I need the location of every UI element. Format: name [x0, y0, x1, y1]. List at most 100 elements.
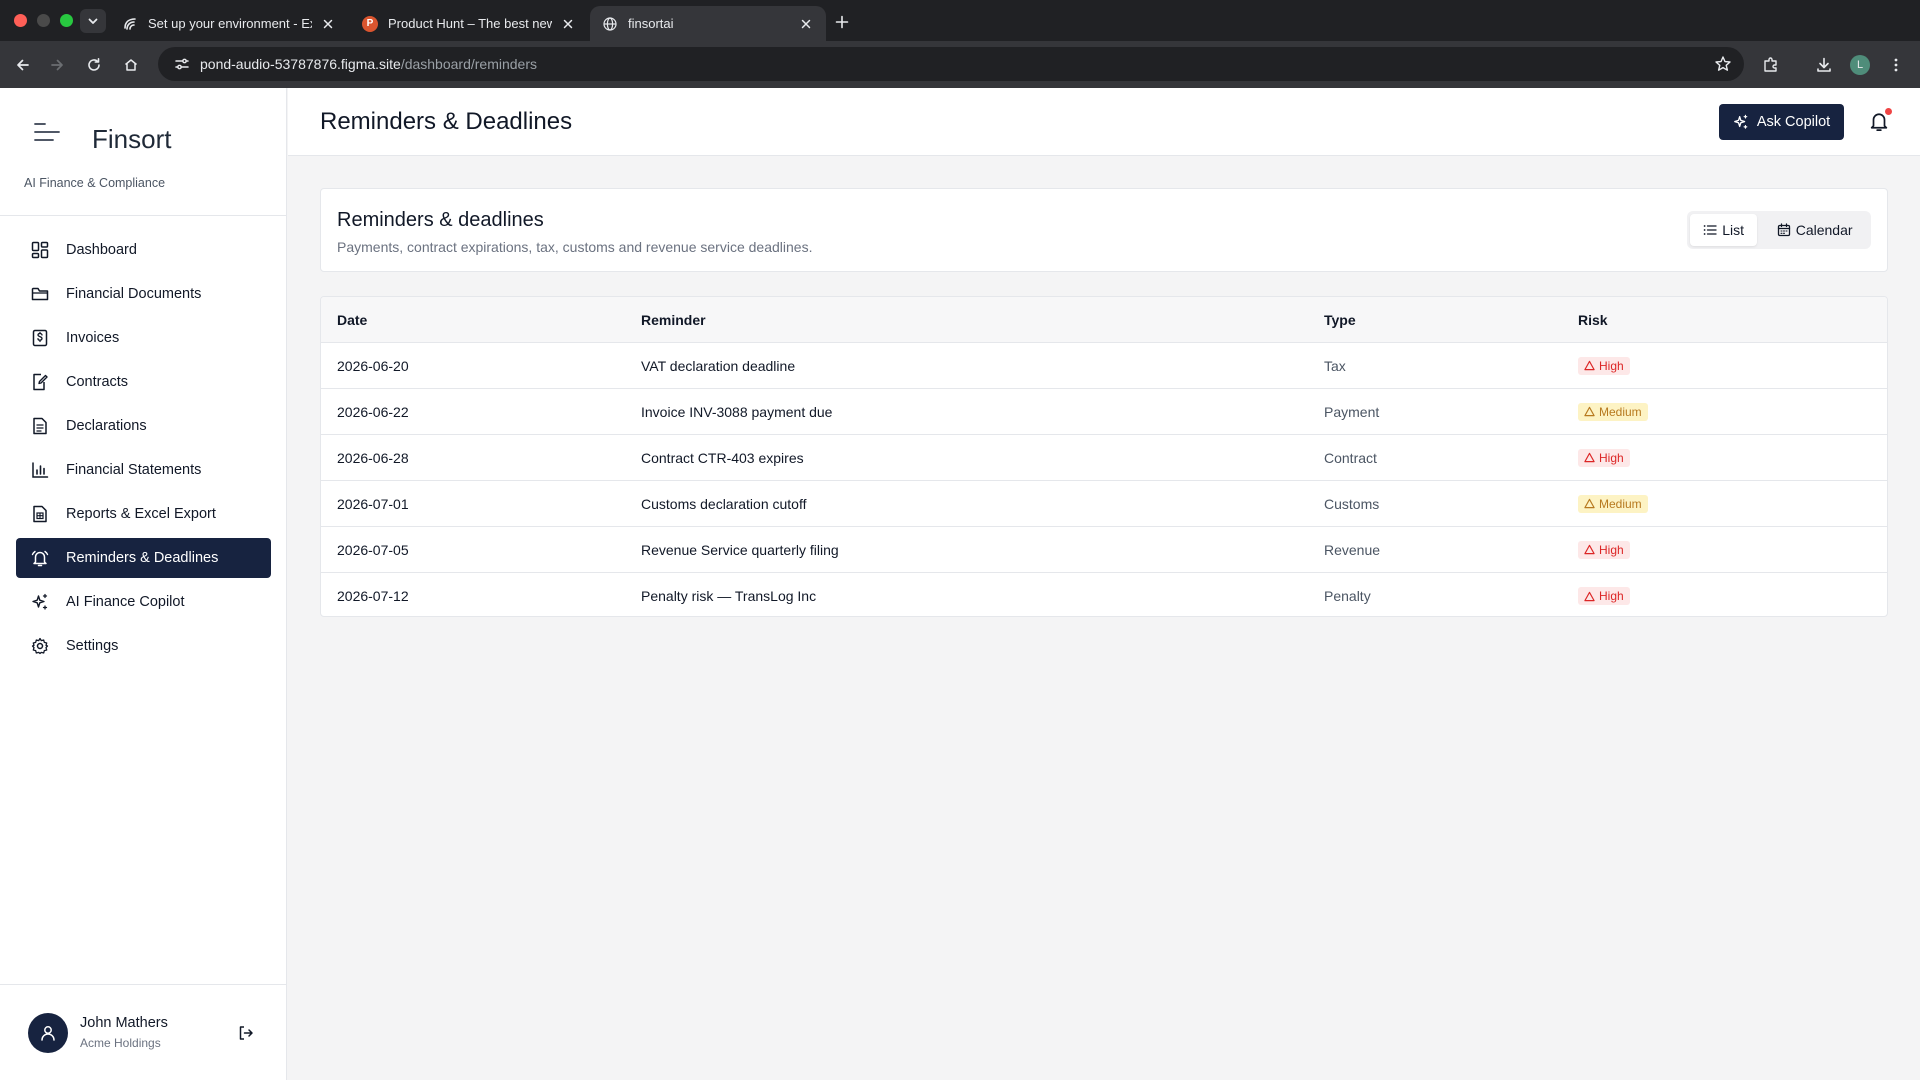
- home-button[interactable]: [117, 51, 145, 79]
- calendar-view-button[interactable]: Calendar: [1761, 214, 1868, 246]
- product-hunt-icon: P: [362, 15, 378, 32]
- reminders-table: Date Reminder Type Risk 2026-06-20 VAT d…: [320, 296, 1888, 617]
- sidebar-item-declarations[interactable]: Declarations: [16, 406, 271, 446]
- notifications-button[interactable]: [1868, 108, 1892, 134]
- chevron-down-icon: [88, 18, 98, 24]
- tab-title: finsortai: [628, 16, 674, 31]
- view-toggle: List Calendar: [1687, 211, 1871, 249]
- cell-reminder: Penalty risk — TransLog Inc: [641, 588, 817, 604]
- table-row[interactable]: 2026-06-22 Invoice INV-3088 payment due …: [321, 389, 1887, 435]
- gear-icon: [30, 636, 50, 656]
- browser-menu-button[interactable]: [1882, 51, 1910, 79]
- sidebar-item-ai-copilot[interactable]: AI Finance Copilot: [16, 582, 271, 622]
- cell-reminder: Invoice INV-3088 payment due: [641, 403, 833, 420]
- calendar-icon: [1777, 223, 1791, 237]
- browser-toolbar: pond-audio-53787876.figma.site/dashboard…: [0, 41, 1920, 88]
- card-subtitle: Payments, contract expirations, tax, cus…: [337, 239, 813, 255]
- sidebar-item-financial-statements[interactable]: Financial Statements: [16, 450, 271, 490]
- table-row[interactable]: 2026-06-28 Contract CTR-403 expires Cont…: [321, 435, 1887, 481]
- brand-name: Finsort: [92, 124, 172, 154]
- sidebar-item-financial-documents[interactable]: Financial Documents: [16, 274, 271, 314]
- brand-area: Finsort AI Finance & Compliance: [0, 88, 287, 216]
- table-row[interactable]: 2026-07-05 Revenue Service quarterly fil…: [321, 527, 1887, 573]
- table-header: Date Reminder Type Risk: [321, 297, 1887, 343]
- cell-type: Penalty: [1324, 588, 1371, 604]
- list-icon: [1703, 223, 1717, 237]
- address-bar[interactable]: pond-audio-53787876.figma.site/dashboard…: [158, 47, 1744, 81]
- window-close-button[interactable]: [14, 14, 27, 27]
- calendar-view-label: Calendar: [1795, 222, 1853, 238]
- app-root: Finsort AI Finance & Compliance Dashboar…: [0, 88, 1920, 1080]
- folder-icon: [30, 284, 50, 304]
- window-minimize-button[interactable]: [37, 14, 50, 27]
- bar-chart-icon: [30, 460, 50, 480]
- download-icon: [1817, 57, 1831, 72]
- browser-tab[interactable]: Set up your environment - Ex: [110, 6, 348, 41]
- close-icon[interactable]: [798, 16, 814, 32]
- close-icon[interactable]: [320, 16, 336, 32]
- sidebar: Finsort AI Finance & Compliance Dashboar…: [0, 88, 287, 1080]
- sidebar-item-label: Financial Documents: [66, 286, 202, 302]
- tab-title: Product Hunt – The best new: [388, 16, 552, 31]
- table-row[interactable]: 2026-07-12 Penalty risk — TransLog Inc P…: [321, 573, 1887, 616]
- sparkles-icon: [1733, 114, 1749, 130]
- column-header-risk[interactable]: Risk: [1578, 312, 1878, 328]
- cell-date: 2026-06-28: [337, 449, 409, 466]
- sidebar-item-label: Settings: [66, 638, 119, 654]
- sidebar-item-settings[interactable]: Settings: [16, 626, 271, 666]
- column-header-date[interactable]: Date: [321, 312, 641, 328]
- cell-reminder: VAT declaration deadline: [641, 357, 796, 374]
- column-header-type[interactable]: Type: [1324, 312, 1578, 328]
- sidebar-item-label: Reminders & Deadlines: [66, 550, 219, 566]
- logout-icon: [239, 1026, 253, 1040]
- table-row[interactable]: 2026-06-20 VAT declaration deadline Tax …: [321, 343, 1887, 389]
- close-icon[interactable]: [560, 16, 576, 32]
- brand-tagline: AI Finance & Compliance: [24, 176, 166, 190]
- reload-icon: [88, 58, 100, 71]
- browser-tab-active[interactable]: finsortai: [590, 6, 826, 41]
- bookmark-star-icon[interactable]: [1714, 55, 1732, 78]
- home-icon: [125, 59, 137, 71]
- sidebar-item-label: Declarations: [66, 418, 147, 434]
- forward-button[interactable]: [43, 51, 71, 79]
- sidebar-item-label: Financial Statements: [66, 462, 202, 478]
- site-settings-icon[interactable]: [168, 56, 196, 72]
- sidebar-item-invoices[interactable]: Invoices: [16, 318, 271, 358]
- cell-type: Revenue: [1324, 541, 1381, 558]
- report-icon: [30, 504, 50, 524]
- user-org: Acme Holdings: [80, 1036, 161, 1050]
- sidebar-nav: Dashboard Financial Documents Invoices C…: [16, 230, 271, 670]
- sidebar-item-label: Reports & Excel Export: [66, 506, 216, 522]
- tab-search-button[interactable]: [80, 9, 106, 33]
- warning-triangle-icon: [1584, 591, 1595, 602]
- logout-button[interactable]: [236, 1023, 256, 1043]
- avatar[interactable]: [28, 1013, 68, 1053]
- more-vertical-icon: [1894, 58, 1898, 72]
- sidebar-item-contracts[interactable]: Contracts: [16, 362, 271, 402]
- sidebar-item-dashboard[interactable]: Dashboard: [16, 230, 271, 270]
- downloads-button[interactable]: [1810, 51, 1838, 79]
- sidebar-item-reminders[interactable]: Reminders & Deadlines: [16, 538, 271, 578]
- ask-copilot-button[interactable]: Ask Copilot: [1719, 104, 1844, 140]
- extensions-button[interactable]: [1757, 51, 1785, 79]
- sidebar-item-label: Dashboard: [66, 242, 137, 258]
- sidebar-item-reports[interactable]: Reports & Excel Export: [16, 494, 271, 534]
- list-view-button[interactable]: List: [1690, 214, 1758, 246]
- bell-icon: [30, 548, 50, 568]
- table-row[interactable]: 2026-07-01 Customs declaration cutoff Cu…: [321, 481, 1887, 527]
- profile-button[interactable]: L: [1846, 51, 1874, 79]
- menu-toggle-icon[interactable]: [34, 122, 60, 142]
- column-header-reminder[interactable]: Reminder: [641, 312, 1324, 328]
- cell-type: Payment: [1324, 403, 1380, 420]
- back-button[interactable]: [9, 51, 37, 79]
- notification-dot: [1885, 108, 1892, 115]
- page-title: Reminders & Deadlines: [320, 108, 573, 135]
- risk-badge: High: [1578, 587, 1630, 605]
- window-maximize-button[interactable]: [60, 14, 73, 27]
- cell-type: Contract: [1324, 449, 1377, 466]
- warning-triangle-icon: [1584, 452, 1595, 463]
- reload-button[interactable]: [80, 51, 108, 79]
- browser-tab[interactable]: P Product Hunt – The best new: [350, 6, 588, 41]
- cell-date: 2026-07-01: [337, 495, 409, 512]
- new-tab-button[interactable]: [830, 10, 854, 34]
